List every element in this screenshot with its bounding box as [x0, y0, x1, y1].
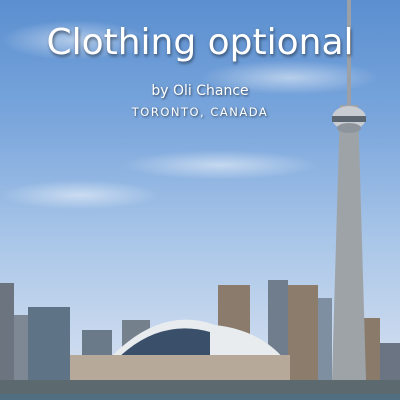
article-title: Clothing optional [46, 22, 354, 63]
author-byline: by Oli Chance [151, 83, 249, 99]
location-label: TORONTO, CANADA [131, 105, 269, 119]
lake-water [0, 394, 400, 400]
